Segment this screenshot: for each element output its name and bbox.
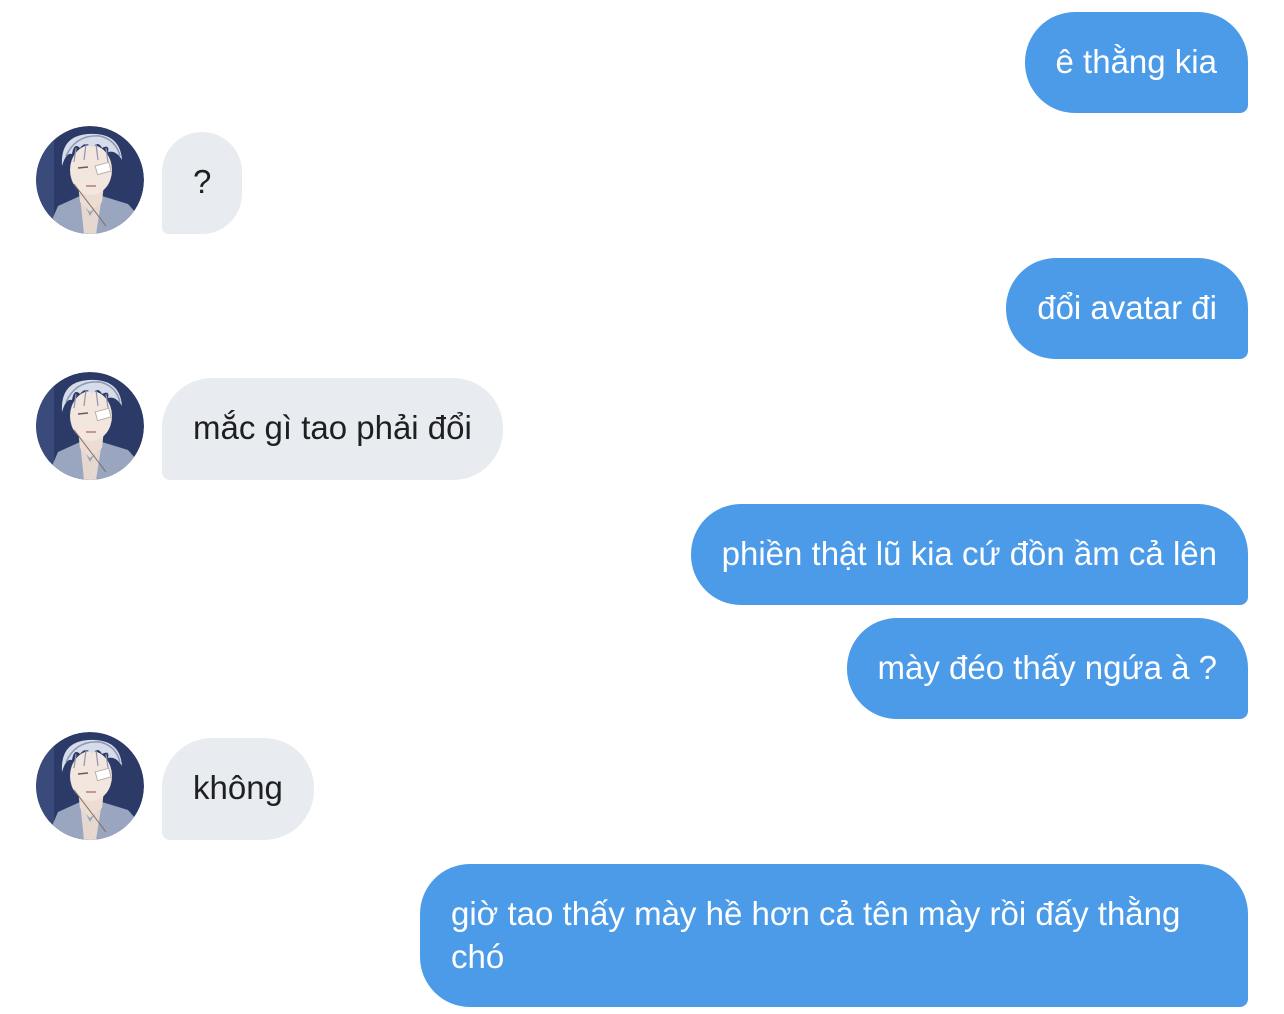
received-message-bubble[interactable]: không xyxy=(162,738,314,840)
message-text: ? xyxy=(193,163,212,200)
message-text: giờ tao thấy mày hề hơn cả tên mày rồi đ… xyxy=(451,895,1181,975)
message-text: mày đéo thấy ngứa à ? xyxy=(877,649,1217,686)
sent-message-bubble[interactable]: giờ tao thấy mày hề hơn cả tên mày rồi đ… xyxy=(420,864,1248,1007)
sent-message-bubble[interactable]: mày đéo thấy ngứa à ? xyxy=(846,618,1248,719)
sent-message-bubble[interactable]: đổi avatar đi xyxy=(1006,258,1248,359)
sent-message-bubble[interactable]: ê thằng kia xyxy=(1024,12,1248,113)
contact-avatar-icon[interactable] xyxy=(36,732,144,840)
contact-avatar-icon[interactable] xyxy=(36,372,144,480)
message-text: đổi avatar đi xyxy=(1037,289,1217,326)
sent-message-bubble[interactable]: phiền thật lũ kia cứ đồn ầm cả lên xyxy=(690,504,1248,605)
message-text: mắc gì tao phải đổi xyxy=(193,409,472,446)
chat-thread: ê thằng kia ? đổi avatar đi mắc gì tao p… xyxy=(0,0,1284,1014)
received-message-bubble[interactable]: ? xyxy=(162,132,243,234)
message-text: không xyxy=(193,769,283,806)
received-message-bubble[interactable]: mắc gì tao phải đổi xyxy=(162,378,503,480)
message-text: phiền thật lũ kia cứ đồn ầm cả lên xyxy=(721,535,1217,572)
message-text: ê thằng kia xyxy=(1055,43,1217,80)
contact-avatar-icon[interactable] xyxy=(36,126,144,234)
